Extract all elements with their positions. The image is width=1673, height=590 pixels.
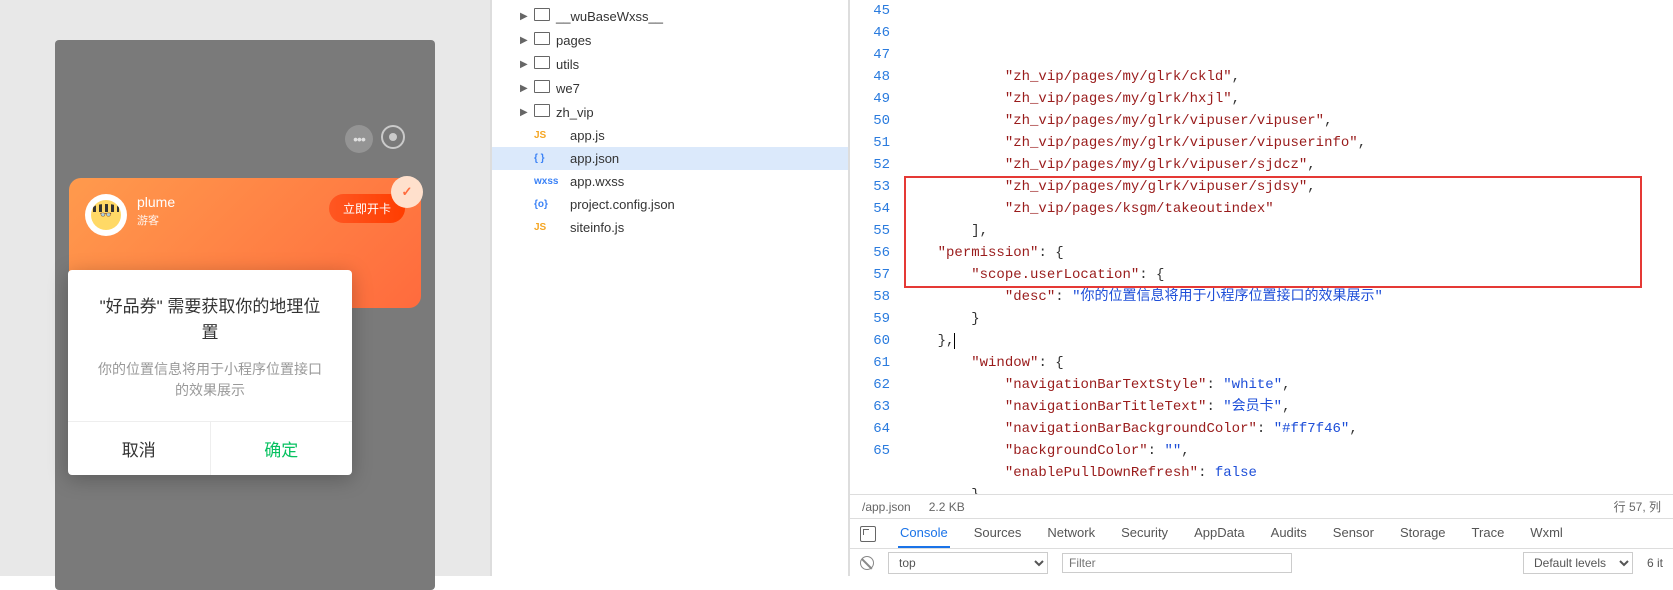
folder-icon <box>534 56 550 72</box>
console-toolbar: top Default levels 6 it <box>850 548 1673 576</box>
chevron-right-icon: ▶ <box>520 83 532 94</box>
file-size-label: 2.2 KB <box>929 500 965 514</box>
file-tree-item[interactable]: ▶ __wuBaseWxss__ <box>492 4 848 28</box>
file-type-icon: { } <box>534 153 564 164</box>
capsule-buttons <box>345 125 405 153</box>
avatar <box>85 194 127 236</box>
element-picker-icon[interactable] <box>860 526 876 542</box>
file-tree-item[interactable]: wxss app.wxss <box>492 170 848 193</box>
file-name-label: siteinfo.js <box>570 220 624 235</box>
tab-console[interactable]: Console <box>898 519 950 548</box>
file-tree-item[interactable]: JS app.js <box>492 124 848 147</box>
tab-storage[interactable]: Storage <box>1398 519 1448 548</box>
folder-icon <box>534 8 550 24</box>
file-name-label: project.config.json <box>570 197 675 212</box>
hidden-count-label: 6 it <box>1647 556 1663 570</box>
chevron-right-icon: ▶ <box>520 107 532 118</box>
filter-input[interactable] <box>1062 553 1292 573</box>
dialog-title: "好品券" 需要获取你的地理位置 <box>68 270 352 353</box>
folder-icon <box>534 80 550 96</box>
file-type-icon: {o} <box>534 199 564 210</box>
chevron-right-icon: ▶ <box>520 35 532 46</box>
file-path-label: /app.json <box>862 500 911 514</box>
clear-console-icon[interactable] <box>860 556 874 570</box>
dialog-description: 你的位置信息将用于小程序位置接口的效果展示 <box>68 353 352 421</box>
card-badge-icon <box>391 176 423 208</box>
tab-security[interactable]: Security <box>1119 519 1170 548</box>
line-gutter: 4546474849505152535455565758596061626364… <box>850 0 904 494</box>
code-content[interactable]: "zh_vip/pages/my/glrk/ckld", "zh_vip/pag… <box>904 0 1673 494</box>
file-name-label: zh_vip <box>556 105 594 120</box>
file-type-icon: JS <box>534 130 564 141</box>
code-editor[interactable]: 4546474849505152535455565758596061626364… <box>850 0 1673 494</box>
file-tree-item[interactable]: ▶ pages <box>492 28 848 52</box>
file-explorer[interactable]: ▶ __wuBaseWxss__ ▶ pages ▶ utils ▶ we7 ▶ zh_vip JS… <box>490 0 850 576</box>
file-name-label: app.json <box>570 151 619 166</box>
devtools-tabs: Console Sources Network Security AppData Audi… <box>850 518 1673 548</box>
close-miniprogram-icon[interactable] <box>381 125 405 149</box>
cursor-position-label: 行 57, 列 <box>1614 498 1661 515</box>
chevron-right-icon: ▶ <box>520 59 532 70</box>
menu-icon[interactable] <box>345 125 373 153</box>
file-tree-item[interactable]: ▶ utils <box>492 52 848 76</box>
file-tree-item[interactable]: ▶ zh_vip <box>492 100 848 124</box>
tab-sensor[interactable]: Sensor <box>1331 519 1376 548</box>
context-select[interactable]: top <box>888 552 1048 574</box>
tab-sources[interactable]: Sources <box>972 519 1024 548</box>
username-label: plume <box>137 194 329 210</box>
user-role-label: 游客 <box>137 212 329 228</box>
tab-network[interactable]: Network <box>1045 519 1097 548</box>
chevron-right-icon: ▶ <box>520 11 532 22</box>
tab-trace[interactable]: Trace <box>1470 519 1507 548</box>
folder-icon <box>534 32 550 48</box>
cancel-button[interactable]: 取消 <box>68 422 211 475</box>
permission-dialog: "好品券" 需要获取你的地理位置 你的位置信息将用于小程序位置接口的效果展示 取… <box>68 270 352 475</box>
simulator-panel: plume 游客 立即开卡 当 "好品券" 需要获取你的地理位置 你的位置信息将… <box>0 0 490 576</box>
editor-panel: 4546474849505152535455565758596061626364… <box>850 0 1673 576</box>
file-tree-item[interactable]: JS siteinfo.js <box>492 216 848 239</box>
tab-wxml[interactable]: Wxml <box>1528 519 1565 548</box>
file-name-label: pages <box>556 33 591 48</box>
file-tree-item[interactable]: {o} project.config.json <box>492 193 848 216</box>
file-type-icon: JS <box>534 222 564 233</box>
tab-appdata[interactable]: AppData <box>1192 519 1247 548</box>
file-name-label: we7 <box>556 81 580 96</box>
editor-status-bar: /app.json 2.2 KB 行 57, 列 <box>850 494 1673 518</box>
confirm-button[interactable]: 确定 <box>211 422 353 475</box>
levels-select[interactable]: Default levels <box>1523 552 1633 574</box>
file-name-label: __wuBaseWxss__ <box>556 9 663 24</box>
file-name-label: utils <box>556 57 579 72</box>
file-type-icon: wxss <box>534 176 564 187</box>
file-name-label: app.wxss <box>570 174 624 189</box>
file-name-label: app.js <box>570 128 605 143</box>
file-tree-item[interactable]: { } app.json <box>492 147 848 170</box>
file-tree-item[interactable]: ▶ we7 <box>492 76 848 100</box>
tab-audits[interactable]: Audits <box>1269 519 1309 548</box>
folder-icon <box>534 104 550 120</box>
